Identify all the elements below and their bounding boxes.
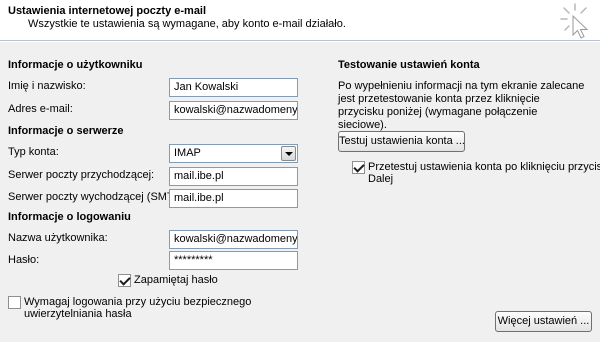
- more-settings-button[interactable]: Więcej ustawień ...: [495, 311, 592, 332]
- user-info-title: Informacje o użytkowniku: [8, 59, 143, 71]
- incoming-server-field[interactable]: mail.ibe.pl: [169, 167, 298, 186]
- account-type-select[interactable]: IMAP: [169, 144, 298, 163]
- spa-checkbox[interactable]: [8, 296, 21, 309]
- account-type-value: IMAP: [174, 147, 201, 159]
- spa-label-line1: Wymagaj logowania przy użyciu bezpieczne…: [24, 296, 252, 308]
- account-type-label: Typ konta:: [8, 146, 59, 158]
- cursor-click-icon: [560, 3, 589, 39]
- remember-password-label: Zapamiętaj hasło: [134, 274, 218, 286]
- chevron-down-icon[interactable]: [281, 146, 296, 161]
- incoming-server-label: Serwer poczty przychodzącej:: [8, 169, 155, 181]
- name-label: Imię i nazwisko:: [8, 80, 86, 92]
- test-account-button[interactable]: Testuj ustawienia konta ...: [338, 131, 465, 152]
- username-label: Nazwa użytkownika:: [8, 232, 108, 244]
- dialog-content: Informacje o użytkowniku Imię i nazwisko…: [0, 42, 600, 342]
- name-field[interactable]: Jan Kowalski: [169, 78, 298, 97]
- auto-test-checkbox[interactable]: [352, 161, 365, 174]
- outgoing-server-label: Serwer poczty wychodzącej (SMTP):: [8, 191, 188, 203]
- auto-test-label-line1: Przetestuj ustawienia konta po kliknięci…: [368, 161, 600, 173]
- password-field[interactable]: *********: [169, 251, 298, 270]
- login-info-title: Informacje o logowaniu: [8, 211, 131, 223]
- server-info-title: Informacje o serwerze: [8, 125, 124, 137]
- email-label: Adres e-mail:: [8, 103, 73, 115]
- dialog-header: Ustawienia internetowej poczty e-mail Ws…: [0, 0, 600, 41]
- spa-label-line2: uwierzytelniania hasła: [24, 308, 132, 320]
- username-field[interactable]: kowalski@nazwadomeny.pl: [169, 230, 298, 249]
- remember-password-checkbox[interactable]: [118, 274, 131, 287]
- password-label: Hasło:: [8, 254, 40, 266]
- test-settings-description: Po wypełnieniu informacji na tym ekranie…: [338, 80, 585, 131]
- header-title: Ustawienia internetowej poczty e-mail: [8, 5, 207, 17]
- header-subtitle: Wszystkie te ustawienia są wymagane, aby…: [28, 18, 346, 30]
- outgoing-server-field[interactable]: mail.ibe.pl: [169, 189, 298, 208]
- auto-test-label-line2: Dalej: [368, 173, 394, 185]
- test-settings-title: Testowanie ustawień konta: [338, 59, 480, 71]
- email-field[interactable]: kowalski@nazwadomeny.pl: [169, 101, 298, 120]
